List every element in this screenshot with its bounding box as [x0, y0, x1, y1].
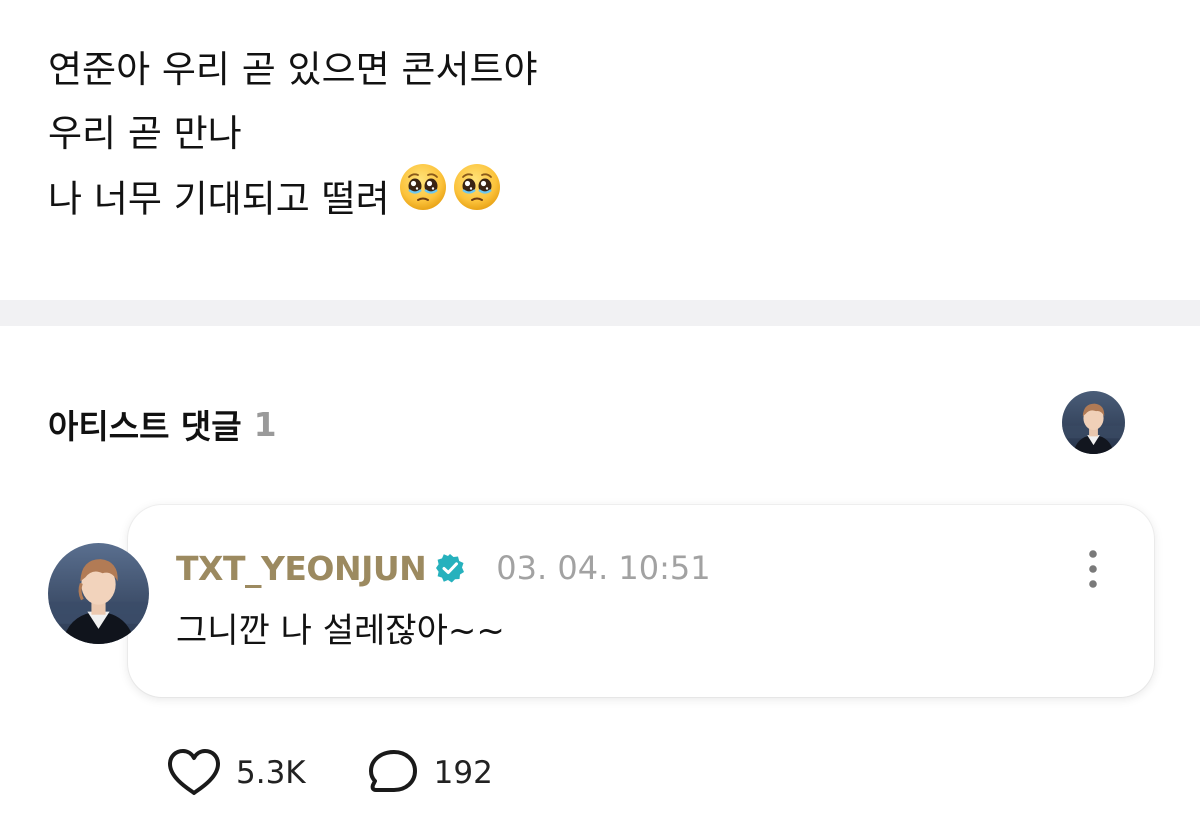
- comment-header: TXT_YEONJUN 03. 04. 10:51: [176, 545, 711, 591]
- section-count: 1: [253, 404, 277, 444]
- pleading-face-icon: [453, 164, 500, 210]
- post-text-line-3: 나 너무 기대되고 떨려: [48, 164, 1148, 230]
- emoji-group: [398, 162, 506, 232]
- pleading-face-icon: [399, 164, 446, 210]
- verified-badge-icon: [436, 554, 465, 583]
- comment-author[interactable]: TXT_YEONJUN: [176, 549, 427, 588]
- speech-bubble-icon: [368, 750, 417, 792]
- post-text-line-3-text: 나 너무 기대되고 떨려: [48, 177, 390, 221]
- comment-timestamp: 03. 04. 10:51: [496, 549, 711, 587]
- artist-avatar-image: [1062, 391, 1125, 454]
- comment-button[interactable]: 192: [362, 748, 493, 798]
- comment-count: 192: [433, 755, 493, 791]
- more-vertical-icon[interactable]: [1078, 545, 1108, 593]
- comment-actions: 5.3K 192: [164, 748, 493, 798]
- comment-text: 그니깐 나 설레잖아~~: [176, 611, 505, 651]
- post-text-line-1: 연준아 우리 곧 있으면 콘서트야: [48, 48, 538, 91]
- artist-avatar[interactable]: [1062, 391, 1125, 454]
- post-body: 연준아 우리 곧 있으면 콘서트야 우리 곧 만나 나 너무 기대되고 떨려: [48, 38, 1148, 230]
- artist-comments-header: 아티스트 댓글 1: [48, 396, 277, 452]
- post-text-line-2: 우리 곧 만나: [48, 112, 242, 155]
- heart-outline-icon: [168, 749, 220, 795]
- section-divider: [0, 300, 1200, 326]
- comment-author-avatar[interactable]: [48, 543, 149, 644]
- like-button[interactable]: 5.3K: [164, 748, 306, 798]
- like-count: 5.3K: [236, 755, 306, 791]
- section-title: 아티스트 댓글: [48, 407, 242, 446]
- comment-author-avatar-image: [48, 543, 149, 644]
- comment-card: TXT_YEONJUN 03. 04. 10:51 그니깐 나 설레잖아~~: [128, 505, 1154, 697]
